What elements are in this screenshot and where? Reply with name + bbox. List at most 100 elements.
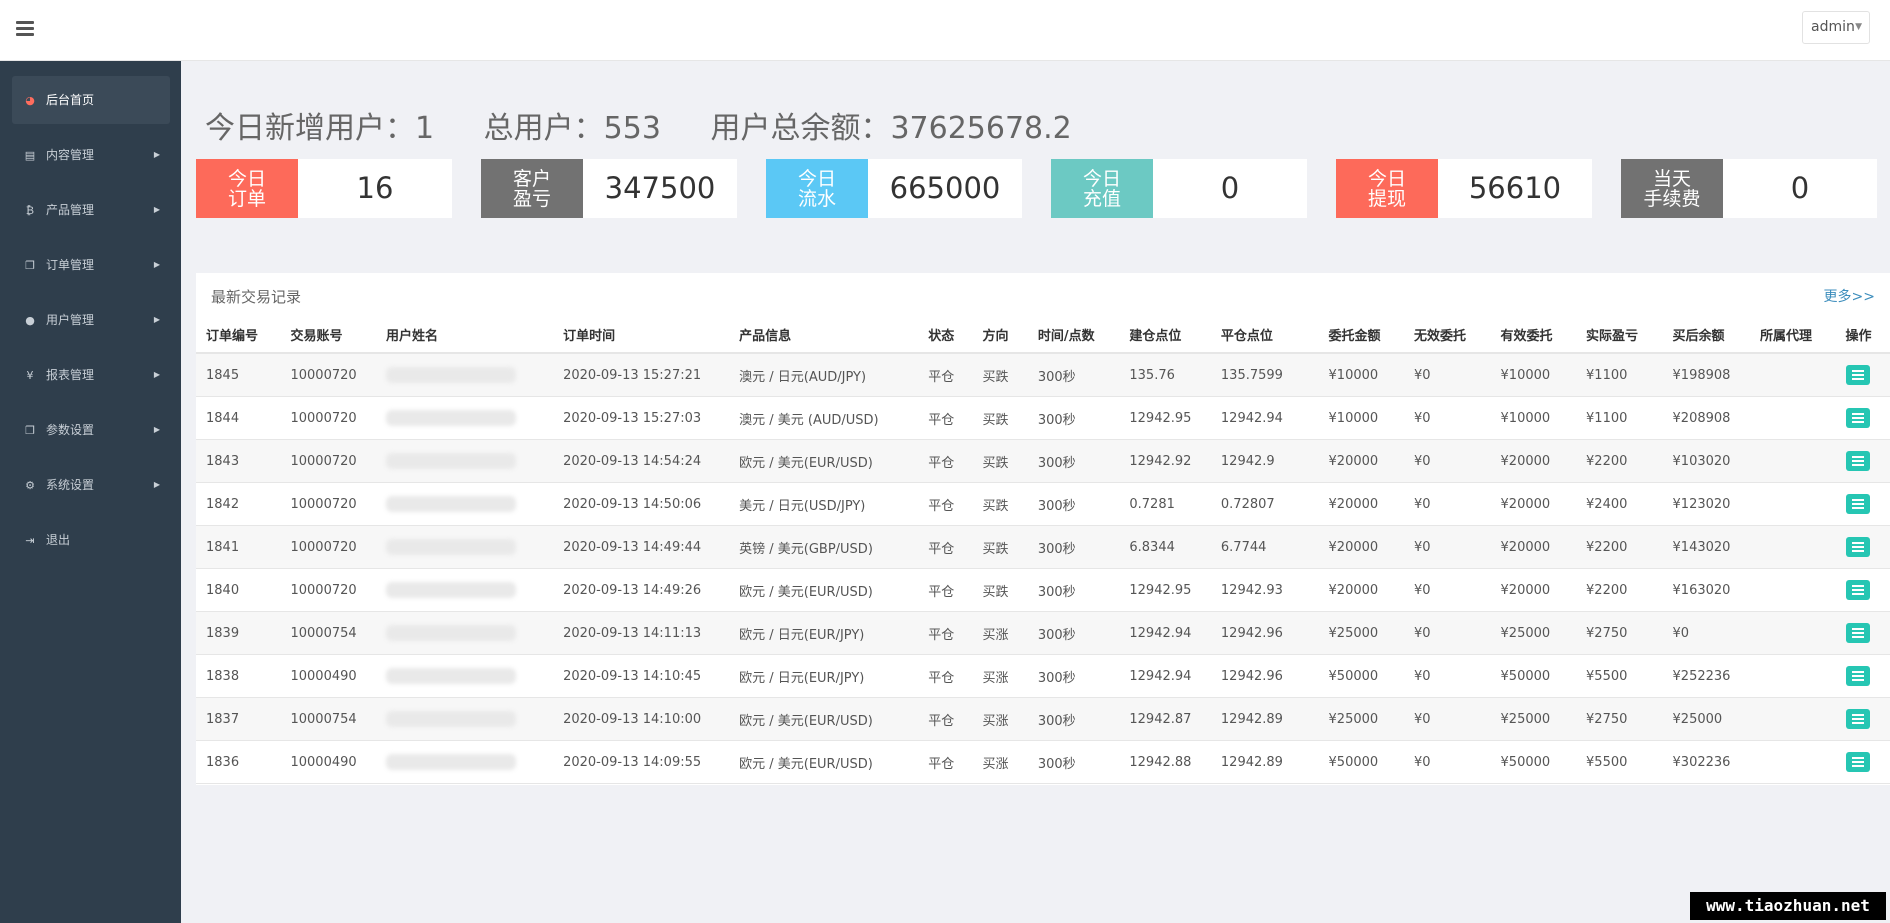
cell-close: 12942.9 (1210, 439, 1319, 483)
copy-icon: ❐ (25, 424, 35, 437)
table-row[interactable]: 1838 10000490 2020-09-13 14:10:45 欧元 / 日元(E… (196, 654, 1890, 698)
main-content: 今日新增用户：1 总用户：553 用户总余额：37625678.2 今日 订单 1… (181, 61, 1890, 923)
action-cell (1835, 396, 1890, 440)
cell-pnl: ¥2750 (1576, 697, 1663, 741)
sidebar-item-5[interactable]: ¥ 报表管理 ▶ (12, 351, 170, 399)
sidebar-item-4[interactable]: ● 用户管理 ▶ (12, 296, 170, 344)
cell-pnl: ¥2400 (1576, 482, 1663, 526)
redacted-name (386, 668, 517, 684)
user-name-cell (376, 568, 554, 612)
cell-id: 1839 (196, 611, 281, 655)
user-name-cell (376, 611, 554, 655)
cell-open: 12942.94 (1119, 611, 1211, 655)
cell-status: 平仓 (918, 611, 973, 655)
cell-account: 10000720 (280, 396, 377, 440)
cell-balance: ¥0 (1662, 611, 1751, 655)
table-row[interactable]: 1840 10000720 2020-09-13 14:49:26 欧元 / 美元(E… (196, 568, 1890, 612)
view-details-button[interactable] (1845, 709, 1870, 729)
sidebar-item-7[interactable]: ⚙ 系统设置 ▶ (12, 461, 170, 509)
dashboard-icon: ◕ (25, 94, 35, 107)
stat-card: 今日 提现 56610 (1336, 159, 1592, 218)
cell-account: 10000720 (280, 353, 377, 397)
view-details-button[interactable] (1845, 623, 1870, 643)
table-row[interactable]: 1837 10000754 2020-09-13 14:10:00 欧元 / 美元(E… (196, 697, 1890, 741)
cell-invalid: ¥0 (1404, 611, 1491, 655)
cell-status: 平仓 (918, 525, 973, 569)
table-row[interactable]: 1842 10000720 2020-09-13 14:50:06 美元 / 日元(U… (196, 482, 1890, 526)
cell-agent (1750, 353, 1836, 397)
user-icon: ● (25, 314, 35, 327)
table-row[interactable]: 1843 10000720 2020-09-13 14:54:24 欧元 / 美元(E… (196, 439, 1890, 483)
cell-amount: ¥50000 (1318, 654, 1405, 698)
cell-open: 0.7281 (1119, 482, 1211, 526)
table-row[interactable]: 1836 10000490 2020-09-13 14:09:55 欧元 / 美元(E… (196, 740, 1890, 784)
sidebar-item-3[interactable]: ❐ 订单管理 ▶ (12, 241, 170, 289)
cell-pnl: ¥1100 (1576, 396, 1663, 440)
cell-amount: ¥20000 (1318, 482, 1405, 526)
cell-account: 10000720 (280, 525, 377, 569)
cell-dir: 买跌 (972, 482, 1028, 526)
cell-pnl: ¥1100 (1576, 353, 1663, 397)
view-details-button[interactable] (1845, 537, 1870, 557)
menu-toggle-icon[interactable] (16, 21, 34, 37)
redacted-name (386, 367, 517, 383)
cell-open: 135.76 (1119, 353, 1211, 397)
cell-time: 2020-09-13 14:10:45 (553, 654, 730, 698)
cell-product: 美元 / 日元(USD/JPY) (729, 482, 919, 526)
view-details-button[interactable] (1845, 365, 1870, 385)
redacted-name (386, 711, 517, 727)
sidebar-item-2[interactable]: ₿ 产品管理 ▶ (12, 186, 170, 234)
action-cell (1835, 740, 1890, 784)
sidebar-item-0[interactable]: ◕ 后台首页 (12, 76, 170, 124)
recent-trades-panel: 最新交易记录 更多>> 订单编号 交易账号 用户姓名 订单时间 产品信息 状态 方向 时间/点… (196, 273, 1890, 785)
user-dropdown[interactable]: admin ▼ (1802, 11, 1870, 44)
column-header: 订单时间 (553, 316, 730, 354)
view-details-button[interactable] (1845, 580, 1870, 600)
cell-dur: 300秒 (1027, 482, 1120, 526)
sidebar-item-1[interactable]: ▤ 内容管理 ▶ (12, 131, 170, 179)
sidebar-item-8[interactable]: ⇥ 退出 (12, 516, 170, 564)
cell-amount: ¥25000 (1318, 697, 1405, 741)
table-row[interactable]: 1845 10000720 2020-09-13 15:27:21 澳元 / 日元(A… (196, 353, 1890, 397)
more-link[interactable]: 更多>> (1824, 286, 1875, 306)
cell-dur: 300秒 (1027, 353, 1120, 397)
cell-balance: ¥123020 (1662, 482, 1751, 526)
stat-value: 665000 (889, 171, 1001, 205)
cell-dir: 买涨 (972, 654, 1028, 698)
cell-time: 2020-09-13 14:11:13 (553, 611, 730, 655)
sidebar-item-label: 报表管理 (46, 368, 95, 382)
table-row[interactable]: 1839 10000754 2020-09-13 14:11:13 欧元 / 日元(E… (196, 611, 1890, 655)
cell-id: 1838 (196, 654, 281, 698)
cell-id: 1844 (196, 396, 281, 440)
cell-open: 12942.92 (1119, 439, 1211, 483)
cell-dur: 300秒 (1027, 396, 1120, 440)
cell-amount: ¥50000 (1318, 740, 1405, 784)
redacted-name (386, 539, 517, 555)
view-details-button[interactable] (1845, 451, 1870, 471)
view-details-button[interactable] (1845, 666, 1870, 686)
sidebar-item-label: 退出 (46, 533, 71, 547)
view-details-button[interactable] (1845, 752, 1870, 772)
caret-down-icon: ▼ (1855, 22, 1862, 32)
cell-status: 平仓 (918, 439, 973, 483)
cell-time: 2020-09-13 14:49:26 (553, 568, 730, 612)
sidebar-item-6[interactable]: ❐ 参数设置 ▶ (12, 406, 170, 454)
table-row[interactable]: 1841 10000720 2020-09-13 14:49:44 英镑 / 美元(G… (196, 525, 1890, 569)
cell-valid: ¥50000 (1490, 654, 1577, 698)
view-details-button[interactable] (1845, 494, 1870, 514)
cell-valid: ¥50000 (1490, 740, 1577, 784)
cell-status: 平仓 (918, 740, 973, 784)
cell-status: 平仓 (918, 697, 973, 741)
cell-product: 欧元 / 美元(EUR/USD) (729, 439, 919, 483)
total-users: 总用户：553 (483, 111, 661, 146)
view-details-button[interactable] (1845, 408, 1870, 428)
redacted-name (386, 496, 517, 512)
cell-id: 1841 (196, 525, 281, 569)
table-row[interactable]: 1844 10000720 2020-09-13 15:27:03 澳元 / 美元 (… (196, 396, 1890, 440)
cell-product: 欧元 / 日元(EUR/JPY) (729, 654, 919, 698)
column-header: 所属代理 (1750, 316, 1836, 354)
cell-valid: ¥10000 (1490, 353, 1577, 397)
cell-status: 平仓 (918, 654, 973, 698)
cell-valid: ¥20000 (1490, 482, 1577, 526)
user-name-cell (376, 697, 554, 741)
